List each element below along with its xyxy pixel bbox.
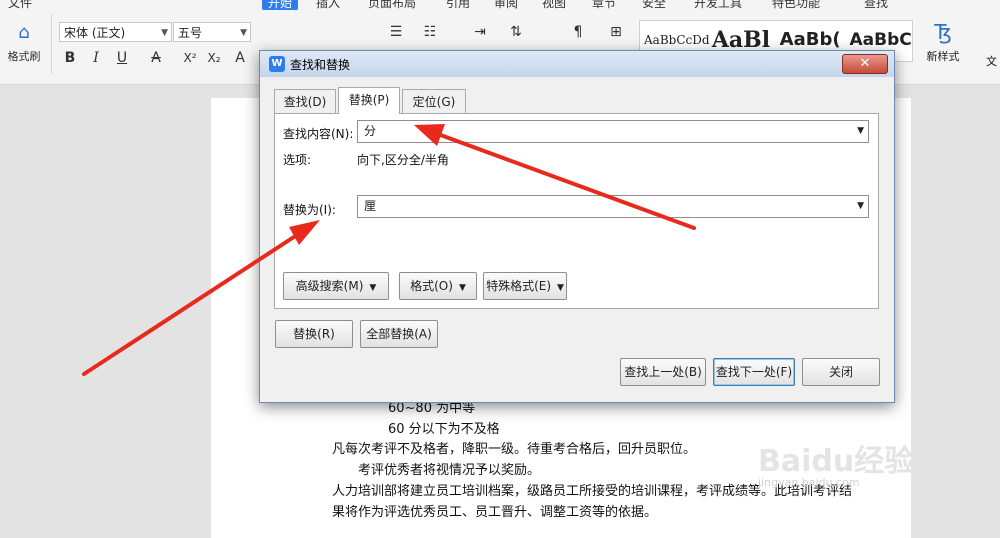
- replace-input[interactable]: 厘 ▼: [357, 195, 869, 218]
- underline-button[interactable]: U: [112, 48, 132, 68]
- format-painter-label: 格式刷: [7, 50, 41, 63]
- watermark-text: Baidu经验: [758, 444, 915, 479]
- baidu-watermark: Baidu经验 jingyan.baidu.com: [758, 436, 914, 489]
- doc-line: 考评优秀者将视情况予以奖励。: [358, 463, 541, 478]
- chevron-down-icon[interactable]: ▼: [857, 196, 864, 217]
- font-size-value: 五号: [178, 26, 203, 40]
- superscript-button[interactable]: X²: [180, 48, 200, 68]
- format-label: 格式(O): [410, 279, 453, 293]
- advanced-search-label: 高级搜索(M): [295, 279, 364, 293]
- numbering-icon[interactable]: ☷: [420, 22, 440, 42]
- tab-search[interactable]: 查找: [864, 0, 888, 10]
- tab-goto[interactable]: 定位(G): [402, 89, 466, 113]
- font-name-select[interactable]: 宋体 (正文) ▼: [59, 22, 172, 42]
- chevron-down-icon: ▼: [369, 283, 377, 293]
- options-value: 向下,区分全/半角: [357, 153, 449, 167]
- doc-line: 60 分以下为不及格: [388, 422, 500, 437]
- special-format-button[interactable]: 特殊格式(E) ▼: [483, 272, 567, 300]
- dialog-title-bar[interactable]: W 查找和替换 ✕: [260, 51, 894, 77]
- indent-icon[interactable]: ⇥: [470, 22, 490, 42]
- chevron-down-icon: ▼: [161, 28, 168, 38]
- close-icon[interactable]: ✕: [842, 54, 888, 74]
- tab-home[interactable]: 开始: [262, 0, 299, 10]
- replace-button[interactable]: 替换(R): [275, 320, 353, 348]
- tab-review[interactable]: 审阅: [494, 0, 518, 10]
- replace-label: 替换为(I):: [283, 203, 336, 217]
- find-input[interactable]: 分 ▼: [357, 120, 869, 143]
- find-next-button[interactable]: 查找下一处(F): [713, 358, 795, 386]
- replace-value: 厘: [364, 199, 377, 213]
- special-format-label: 特殊格式(E): [486, 279, 552, 293]
- chevron-down-icon[interactable]: ▼: [857, 121, 864, 142]
- font-color-button[interactable]: A: [230, 48, 250, 68]
- tab-features[interactable]: 特色功能: [772, 0, 820, 10]
- advanced-search-button[interactable]: 高级搜索(M) ▼: [283, 272, 389, 300]
- close-button[interactable]: 关闭: [802, 358, 880, 386]
- italic-button[interactable]: I: [86, 48, 106, 68]
- tab-developer[interactable]: 开发工具: [694, 0, 742, 10]
- format-button[interactable]: 格式(O) ▼: [399, 272, 477, 300]
- find-label: 查找内容(N):: [283, 127, 354, 141]
- ribbon-tabs: 文件 开始 插入 页面布局 引用 审阅 视图 章节 安全 开发工具 特色功能 查…: [0, 0, 1000, 10]
- chevron-down-icon: ▼: [240, 28, 247, 38]
- replace-panel: 查找内容(N): 分 ▼ 选项: 向下,区分全/半角 替换为(I): 厘 ▼ 高…: [274, 113, 879, 309]
- show-marks-icon[interactable]: ¶: [568, 22, 588, 42]
- chevron-down-icon: ▼: [557, 283, 564, 293]
- subscript-button[interactable]: X₂: [204, 48, 224, 68]
- replace-all-button[interactable]: 全部替换(A): [360, 320, 438, 348]
- tab-insert[interactable]: 插入: [316, 0, 340, 10]
- format-painter-button[interactable]: ⌂ 格式刷: [4, 20, 44, 70]
- tab-chapter[interactable]: 章节: [592, 0, 616, 10]
- sort-icon[interactable]: ⇅: [506, 22, 526, 42]
- find-value: 分: [364, 124, 377, 138]
- new-style-button[interactable]: Ꜩ 新样式: [918, 20, 968, 64]
- tab-file[interactable]: 文件: [8, 0, 32, 10]
- find-replace-dialog: W 查找和替换 ✕ 查找(D) 替换(P) 定位(G) 查找内容(N): 分 ▼…: [259, 50, 895, 403]
- find-previous-button[interactable]: 查找上一处(B): [620, 358, 706, 386]
- bullets-icon[interactable]: ☰: [386, 22, 406, 42]
- font-size-select[interactable]: 五号 ▼: [173, 22, 251, 42]
- bold-button[interactable]: B: [60, 48, 80, 68]
- text-tools-label: 文: [986, 55, 997, 68]
- wps-logo-icon: W: [269, 56, 285, 72]
- doc-line: 凡每次考评不及格者，降职一级。待重考合格后，回升员职位。: [332, 442, 697, 457]
- tab-security[interactable]: 安全: [642, 0, 666, 10]
- chevron-down-icon: ▼: [458, 283, 466, 293]
- tab-page-layout[interactable]: 页面布局: [368, 0, 416, 10]
- options-label: 选项:: [283, 153, 312, 167]
- new-style-icon: Ꜩ: [934, 20, 952, 44]
- tab-references[interactable]: 引用: [446, 0, 470, 10]
- tab-view[interactable]: 视图: [542, 0, 566, 10]
- tab-replace[interactable]: 替换(P): [338, 87, 400, 114]
- new-style-label: 新样式: [926, 50, 960, 63]
- table-icon[interactable]: ⊞: [606, 22, 626, 42]
- tab-find[interactable]: 查找(D): [274, 89, 336, 113]
- font-name-value: 宋体 (正文): [64, 26, 126, 40]
- brush-icon: ⌂: [18, 22, 30, 43]
- divider: [51, 14, 52, 74]
- strikethrough-button[interactable]: A: [146, 48, 166, 68]
- dialog-title: 查找和替换: [290, 58, 351, 72]
- doc-line: 果将作为评选优秀员工、员工晋升、调整工资等的依据。: [332, 505, 658, 520]
